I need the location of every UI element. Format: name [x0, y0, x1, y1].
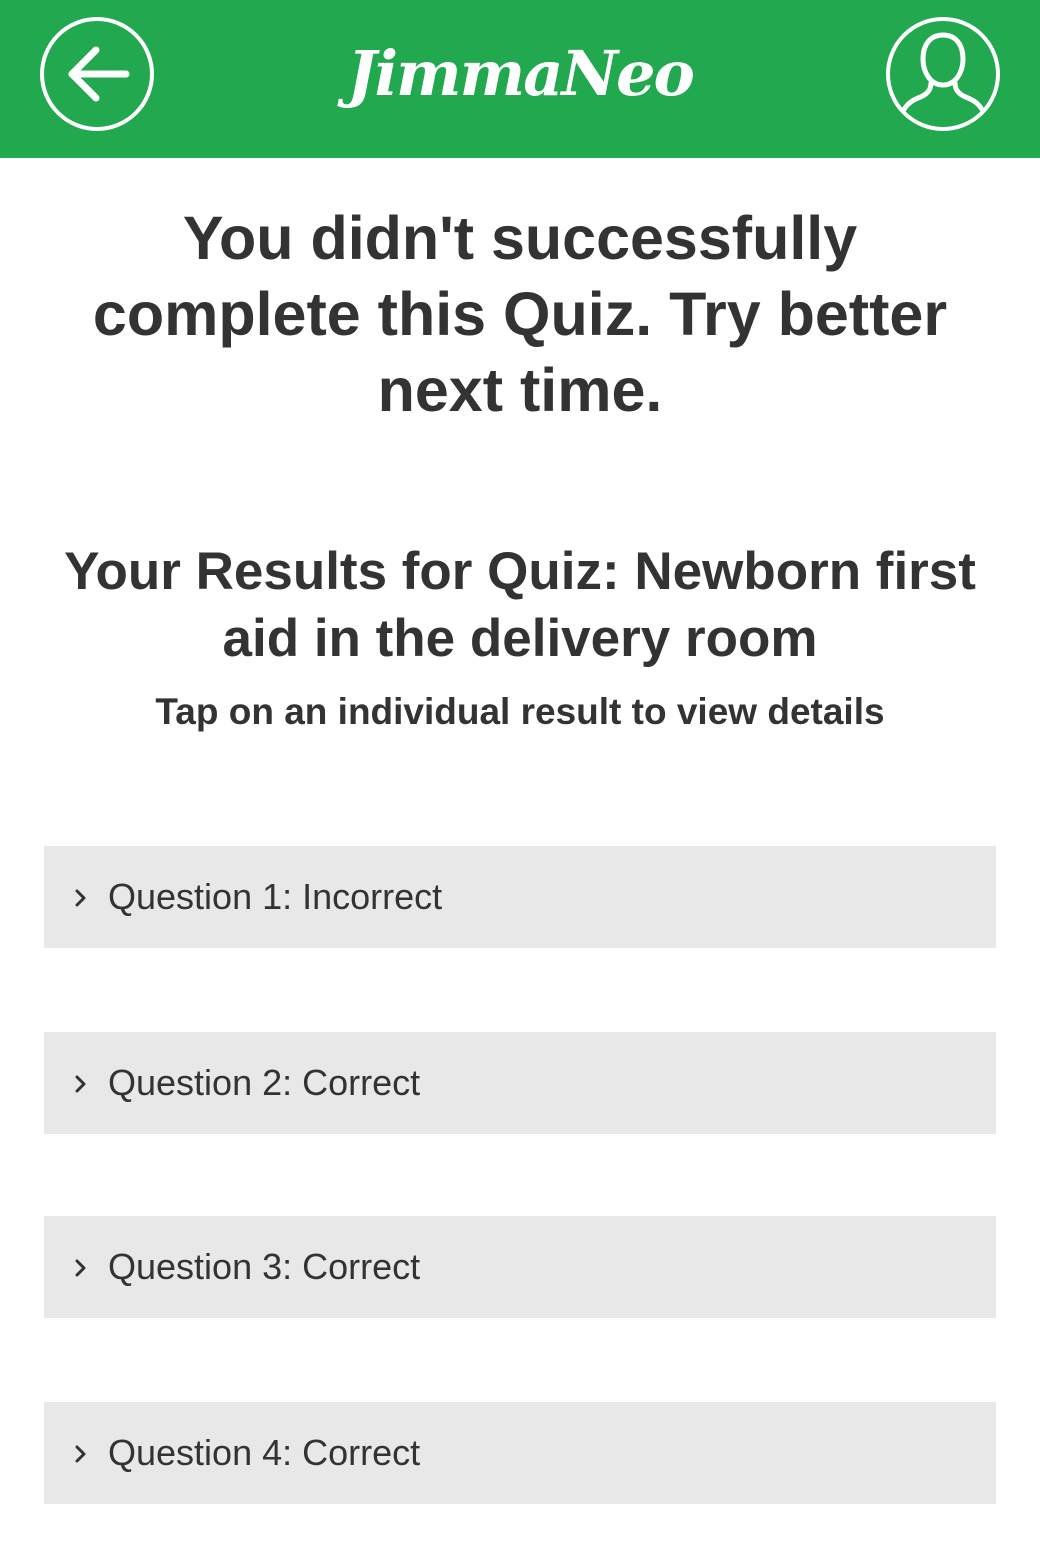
chevron-right-icon: [75, 1259, 86, 1277]
app-header: JimmaNeo: [0, 0, 1040, 158]
user-icon: [897, 32, 989, 124]
result-item-label: Question 2: Correct: [108, 1062, 421, 1103]
chevron-right-icon: [75, 1075, 86, 1093]
chevron-right-icon: [75, 889, 86, 907]
quiz-fail-message: You didn't successfully complete this Qu…: [92, 204, 948, 424]
results-hint: Tap on an individual result to view deta…: [155, 691, 885, 732]
result-item-question-4[interactable]: Question 4: Correct: [44, 1402, 996, 1504]
result-item-label: Question 3: Correct: [108, 1246, 421, 1287]
app-logo: JimmaNeo: [347, 37, 695, 110]
result-item-question-1[interactable]: Question 1: Incorrect: [44, 846, 996, 948]
result-item-question-3[interactable]: Question 3: Correct: [44, 1216, 996, 1318]
result-item-label: Question 1: Incorrect: [108, 876, 443, 917]
result-item-label: Question 4: Correct: [108, 1432, 421, 1473]
chevron-right-icon: [75, 1445, 86, 1463]
results-title: Your Results for Quiz: Newborn first aid…: [64, 542, 976, 668]
profile-button[interactable]: [886, 17, 1000, 131]
result-item-question-2[interactable]: Question 2: Correct: [44, 1032, 996, 1134]
